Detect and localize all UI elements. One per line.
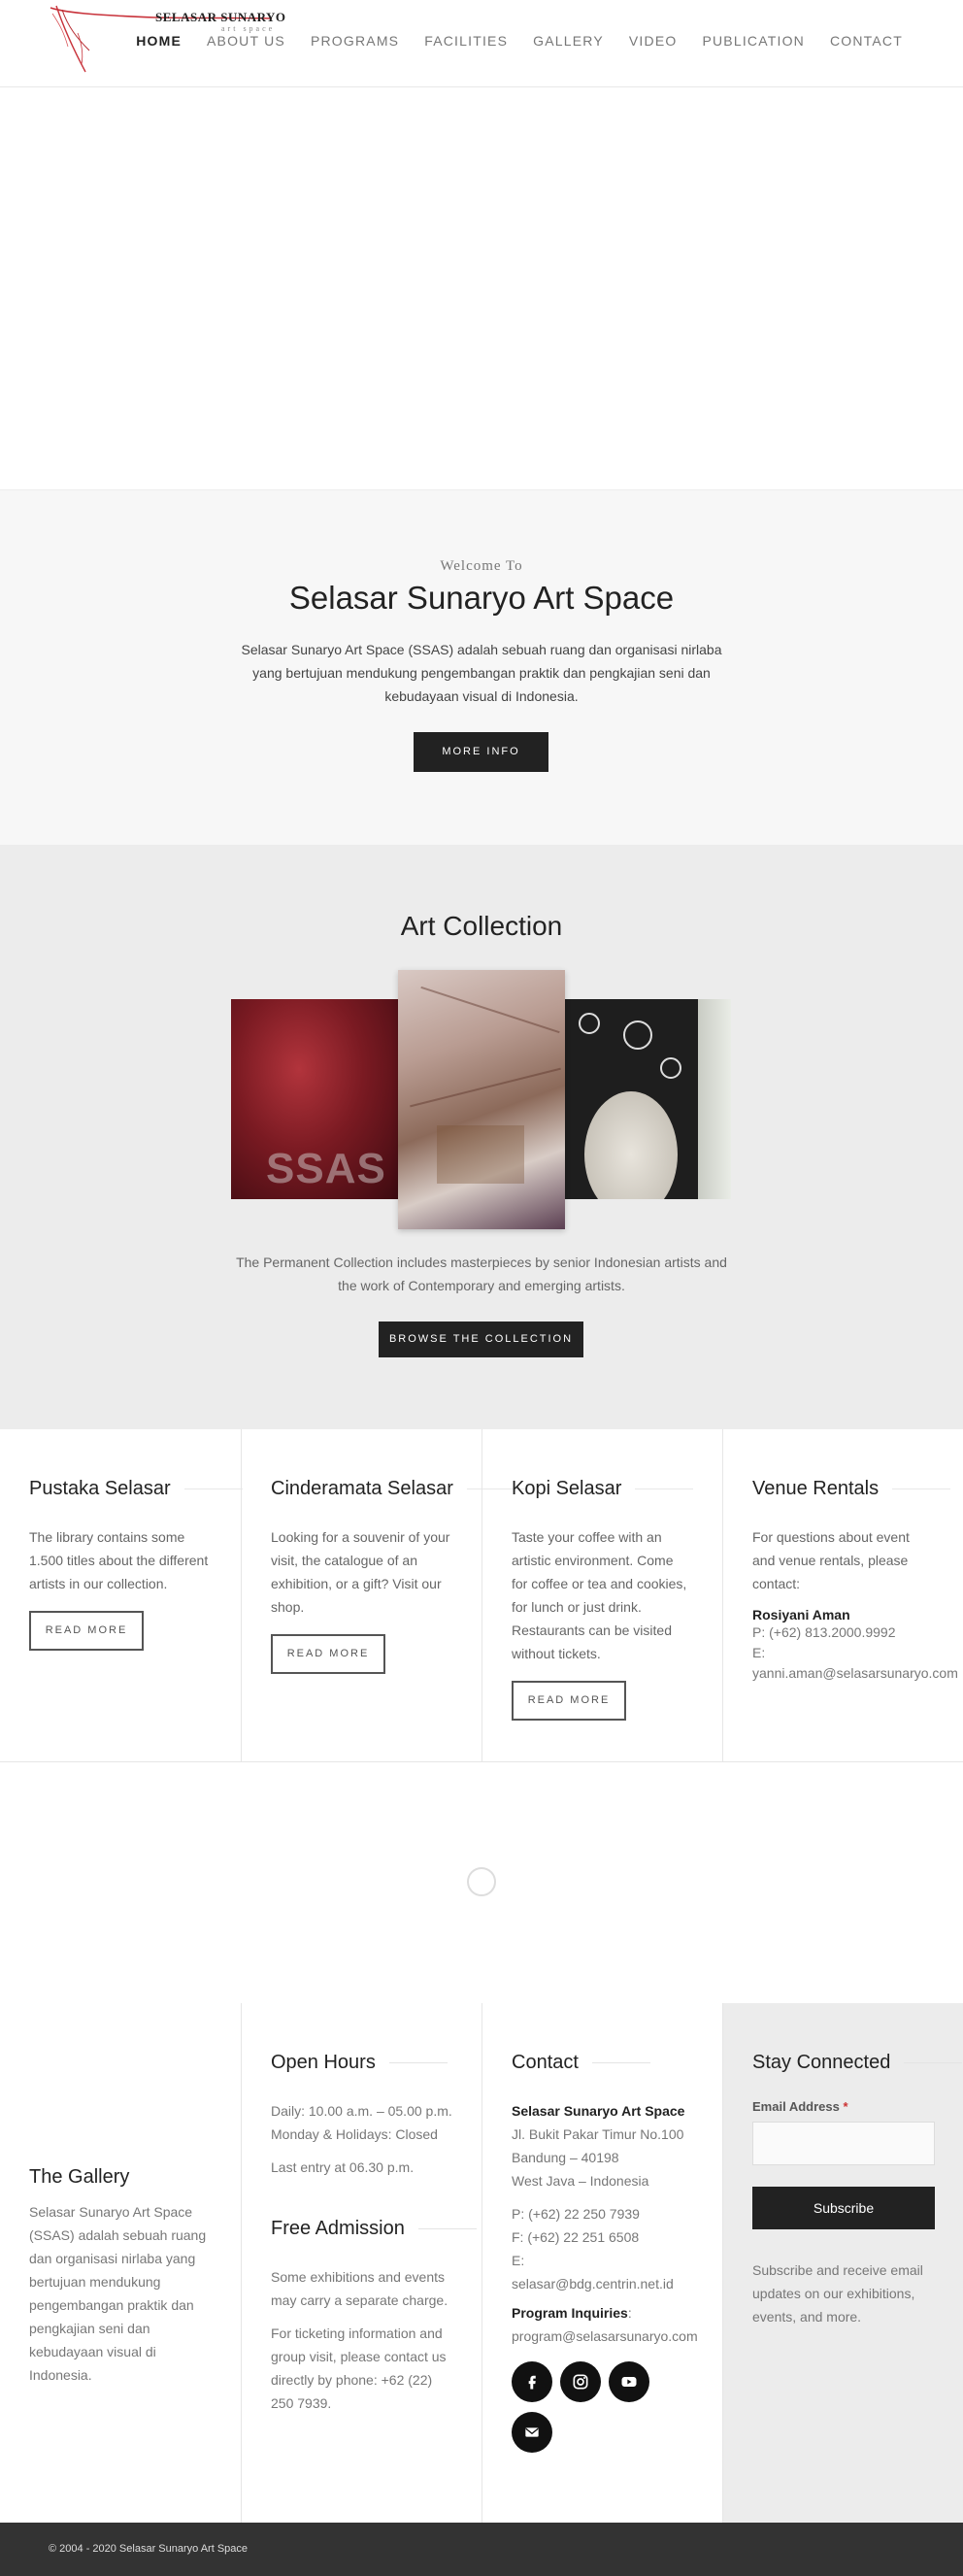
artwork-motif: [579, 1013, 600, 1034]
kopi-read-more-button[interactable]: READ MORE: [512, 1681, 626, 1721]
free-admission-title: Free Admission: [271, 2218, 482, 2240]
social-links: [512, 2361, 667, 2453]
artwork-motif: [623, 1020, 652, 1050]
welcome-title: Selasar Sunaryo Art Space: [288, 580, 675, 616]
feature-cinderamata: Cinderamata Selasar Looking for a souven…: [241, 1429, 482, 1762]
artwork-image-4[interactable]: [698, 999, 731, 1199]
copyright-text: © 2004 - 2020 Selasar Sunaryo Art Space: [49, 2543, 249, 2555]
feature-title: Kopi Selasar: [512, 1478, 722, 1500]
collection-title: Art Collection: [400, 911, 563, 941]
main-nav: HOME ABOUT US PROGRAMS FACILITIES GALLER…: [111, 33, 903, 49]
instagram-icon[interactable]: [560, 2361, 601, 2402]
mail-icon[interactable]: [512, 2412, 552, 2453]
footer-hours: Open Hours Daily: 10.00 a.m. – 05.00 p.m…: [241, 2003, 482, 2523]
open-hours-title: Open Hours: [271, 2052, 482, 2074]
artwork-oval: [584, 1091, 678, 1199]
feature-text: For questions about event and venue rent…: [752, 1529, 910, 1591]
more-info-button[interactable]: MORE INFO: [414, 732, 548, 772]
artwork-shape: [437, 1125, 524, 1184]
admission-text: Some exhibitions and events may carry a …: [271, 2269, 448, 2308]
artwork-image-3[interactable]: [565, 999, 698, 1199]
program-inquiries-colon: :: [627, 2305, 632, 2321]
program-email-link[interactable]: program@selasarsunaryo.com: [512, 2325, 722, 2348]
site-header: SELASAR SUNARYO art space HOME ABOUT US …: [0, 0, 963, 87]
nav-video[interactable]: VIDEO: [629, 33, 678, 49]
venue-email-link[interactable]: yanni.aman@selasarsunaryo.com: [752, 1663, 963, 1684]
contact-fax: F: (+62) 22 251 6508: [512, 2229, 640, 2245]
footer-bottom-bar: © 2004 - 2020 Selasar Sunaryo Art Space: [0, 2523, 963, 2576]
feature-text: Taste your coffee with an artistic envir…: [512, 1529, 687, 1661]
contact-phone: P: (+62) 22 250 7939: [512, 2206, 640, 2222]
hours-last-entry: Last entry at 06.30 p.m.: [271, 2159, 415, 2175]
welcome-section: Welcome To Selasar Sunaryo Art Space Sel…: [0, 490, 963, 845]
feature-title: Venue Rentals: [752, 1478, 963, 1500]
artwork-image-2-featured[interactable]: [398, 970, 565, 1229]
subscribe-text: Subscribe and receive email updates on o…: [752, 2262, 923, 2325]
feature-title: Cinderamata Selasar: [271, 1478, 482, 1500]
contact-email-label: E:: [512, 2253, 525, 2268]
footer-gallery: The Gallery Selasar Sunaryo Art Space (S…: [0, 2003, 241, 2523]
nav-about-us[interactable]: ABOUT US: [207, 33, 285, 49]
artwork-watermark: SSAS: [266, 1145, 386, 1192]
feature-pustaka: Pustaka Selasar The library contains som…: [0, 1429, 241, 1762]
subscribe-button[interactable]: Subscribe: [752, 2187, 935, 2229]
welcome-description: Selasar Sunaryo Art Space (SSAS) adalah …: [241, 642, 722, 704]
hours-daily: Daily: 10.00 a.m. – 05.00 p.m.: [271, 2103, 452, 2119]
welcome-pretitle: Welcome To: [440, 558, 523, 574]
artwork-motif: [660, 1057, 681, 1079]
nav-programs[interactable]: PROGRAMS: [311, 33, 399, 49]
program-inquiries: Program Inquiries:: [512, 2301, 722, 2325]
browse-collection-button[interactable]: BROWSE THE COLLECTION: [379, 1321, 583, 1357]
footer-contact: Contact Selasar Sunaryo Art Space Jl. Bu…: [482, 2003, 722, 2523]
feature-title: Pustaka Selasar: [29, 1478, 241, 1500]
footer-stay-connected: Stay Connected Email Address * Subscribe…: [722, 2003, 963, 2523]
logo-subtitle: art space: [221, 24, 276, 33]
artwork-stroke: [420, 986, 560, 1034]
facebook-icon[interactable]: [512, 2361, 552, 2402]
nav-gallery[interactable]: GALLERY: [533, 33, 604, 49]
loading-spinner-icon: [467, 1867, 496, 1896]
venue-phone: P: (+62) 813.2000.9992: [752, 1624, 896, 1640]
email-address-label: Email Address *: [752, 2099, 848, 2114]
contact-address: West Java – Indonesia: [512, 2173, 649, 2189]
contact-title: Contact: [512, 2052, 722, 2074]
ticketing-text: For ticketing information and group visi…: [271, 2325, 447, 2411]
contact-address: Bandung – 40198: [512, 2150, 619, 2165]
collection-description: The Permanent Collection includes master…: [236, 1255, 727, 1293]
footer-gallery-title: The Gallery: [29, 2166, 130, 2188]
feature-venue-rentals: Venue Rentals For questions about event …: [722, 1429, 963, 1762]
artwork-image-1[interactable]: SSAS: [231, 999, 401, 1199]
features-section: Pustaka Selasar The library contains som…: [0, 1429, 963, 1762]
feature-text: Looking for a souvenir of your visit, th…: [271, 1529, 450, 1615]
cinderamata-read-more-button[interactable]: READ MORE: [271, 1634, 385, 1674]
footer-widgets: The Gallery Selasar Sunaryo Art Space (S…: [0, 2003, 963, 2523]
contact-email-link[interactable]: selasar@bdg.centrin.net.id: [512, 2272, 722, 2295]
youtube-icon[interactable]: [609, 2361, 649, 2402]
loading-area: [0, 1762, 963, 2003]
feature-kopi: Kopi Selasar Taste your coffee with an a…: [482, 1429, 722, 1762]
footer-gallery-text: Selasar Sunaryo Art Space (SSAS) adalah …: [29, 2204, 207, 2383]
feature-text: The library contains some 1.500 titles a…: [29, 1529, 209, 1591]
art-collection-section: Art Collection SSAS The Permanent Collec…: [0, 845, 963, 1429]
contact-org: Selasar Sunaryo Art Space: [512, 2103, 685, 2119]
nav-contact[interactable]: CONTACT: [830, 33, 903, 49]
program-inquiries-label: Program Inquiries: [512, 2305, 628, 2321]
venue-contact-name: Rosiyani Aman: [752, 1607, 850, 1623]
hours-closed: Monday & Holidays: Closed: [271, 2126, 438, 2142]
venue-email-label: E:: [752, 1645, 766, 1660]
contact-address: Jl. Bukit Pakar Timur No.100: [512, 2126, 684, 2142]
artwork-stroke: [410, 1067, 561, 1108]
nav-home[interactable]: HOME: [136, 33, 182, 49]
nav-publication[interactable]: PUBLICATION: [702, 33, 805, 49]
hero-slider: [0, 87, 963, 490]
nav-facilities[interactable]: FACILITIES: [424, 33, 508, 49]
pustaka-read-more-button[interactable]: READ MORE: [29, 1611, 144, 1651]
stay-connected-title: Stay Connected: [752, 2052, 963, 2074]
logo-title: SELASAR SUNARYO: [155, 10, 286, 24]
subscribe-email-input[interactable]: [752, 2122, 935, 2165]
